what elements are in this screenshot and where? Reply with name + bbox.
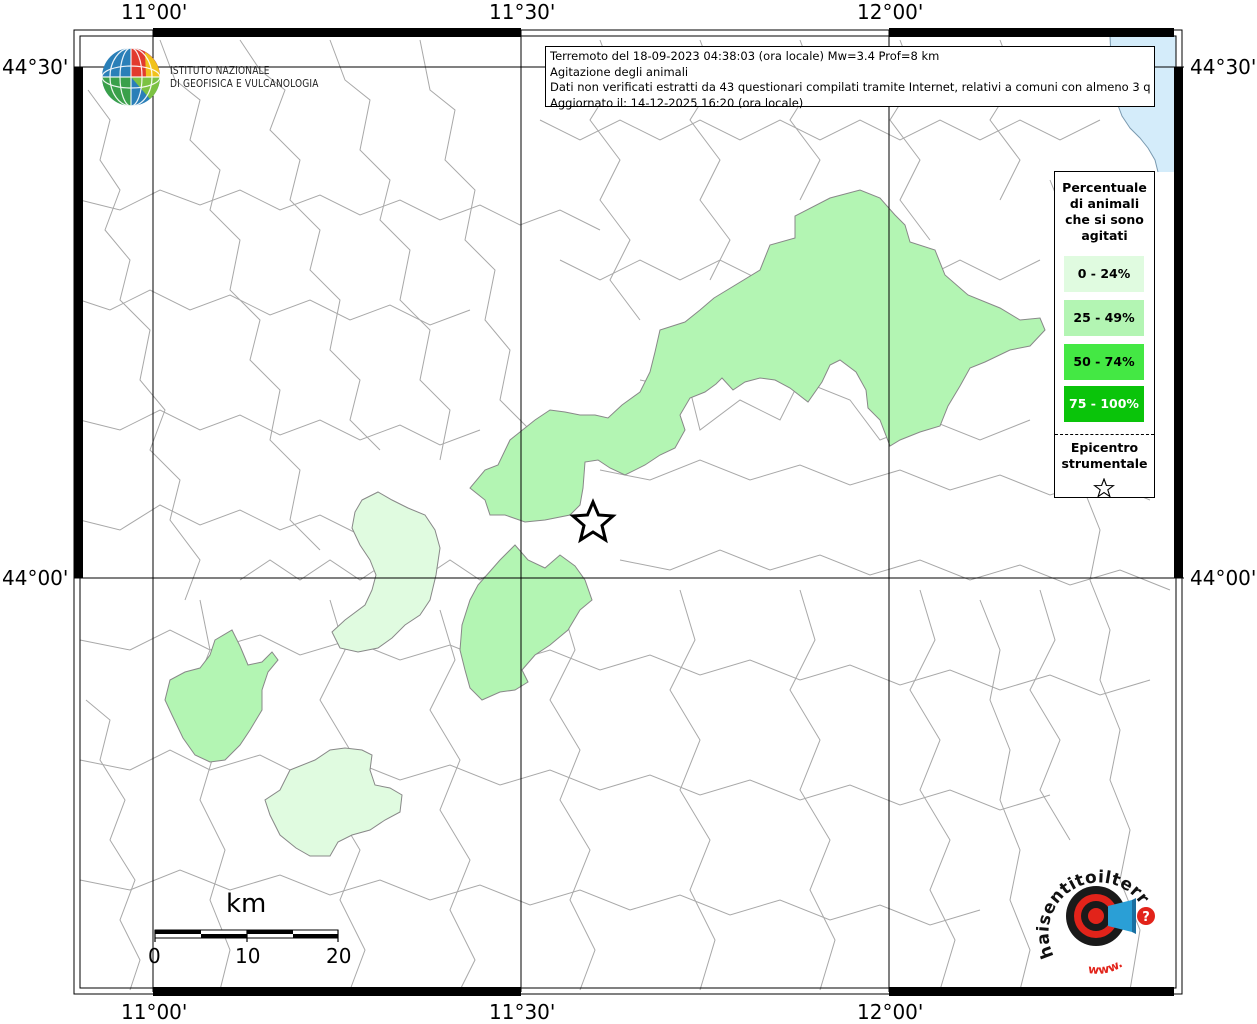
scale-tick-10: 10 [235, 944, 261, 968]
event-info-box: Terremoto del 18-09-2023 04:38:03 (ora l… [545, 46, 1155, 110]
legend-separator [1055, 434, 1154, 435]
municipality-25-49-ne [469, 189, 1046, 523]
hsi-url-text: www. [1087, 956, 1124, 977]
data-note: Dati non verificati estratti da 43 quest… [550, 80, 1150, 94]
lat-label-left-2: 44°00' [2, 566, 69, 590]
epicenter-star-icon [569, 498, 617, 544]
legend-epicenter-line-1: Epicentro [1070, 440, 1139, 455]
lat-label-right-2: 44°00' [1190, 566, 1257, 590]
map-subject: Agitazione degli animali [550, 64, 689, 79]
lon-label-top-3: 12°00' [857, 0, 924, 24]
legend-class-75-100: 75 - 100% [1064, 386, 1144, 422]
legend-title-line-1: Percentuale [1062, 180, 1147, 195]
ingv-globe-icon [101, 47, 161, 107]
lon-label-bottom-2: 11°30' [489, 1000, 556, 1024]
legend-title: Percentuale di animali che si sono agita… [1055, 180, 1154, 244]
legend: Percentuale di animali che si sono agita… [1054, 171, 1155, 498]
legend-title-line-3: che si sono [1065, 212, 1144, 227]
municipality-25-49-sw [164, 629, 279, 763]
legend-class-0-24: 0 - 24% [1064, 256, 1144, 292]
graticule [74, 30, 1184, 992]
legend-title-line-4: agitati [1081, 228, 1128, 243]
municipality-25-49-center [459, 544, 593, 701]
svg-text:www.: www. [1087, 956, 1124, 977]
event-title: Terremoto del 18-09-2023 04:38:03 (ora l… [550, 49, 940, 63]
star-icon [1093, 478, 1115, 498]
municipality-0-24-south [264, 747, 403, 857]
legend-class-50-74: 50 - 74% [1064, 344, 1144, 380]
scale-tick-20: 20 [326, 944, 352, 968]
map-frame [73, 28, 1183, 996]
lon-label-top-1: 11°00' [121, 0, 188, 24]
ingv-name-line-1: ISTITUTO NAZIONALE [170, 64, 270, 77]
seismograph-target-icon: haisentitoilterremoto.it www. ? [1036, 856, 1155, 977]
scale-tick-0: 0 [148, 944, 161, 968]
scale-bar [154, 929, 339, 942]
lon-label-top-2: 11°30' [489, 0, 556, 24]
update-time: Aggiornato il: 14-12-2025 16:20 (ora loc… [550, 95, 804, 110]
ingv-name: ISTITUTO NAZIONALE DI GEOFISICA E VULCAN… [170, 64, 319, 90]
lat-label-right-1: 44°30' [1190, 55, 1257, 79]
legend-class-25-49: 25 - 49% [1064, 300, 1144, 336]
municipal-boundaries [79, 39, 1171, 991]
ingv-name-line-2: DI GEOFISICA E VULCANOLOGIA [170, 77, 319, 90]
legend-epicenter-label: Epicentro strumentale [1055, 440, 1154, 472]
scale-unit: km [226, 889, 267, 919]
legend-title-line-2: di animali [1069, 196, 1140, 211]
legend-epicenter-line-2: strumentale [1061, 456, 1148, 471]
lon-label-bottom-1: 11°00' [121, 1000, 188, 1024]
svg-text:?: ? [1142, 910, 1150, 925]
lat-label-left-1: 44°30' [2, 55, 69, 79]
lon-label-bottom-3: 12°00' [857, 1000, 924, 1024]
